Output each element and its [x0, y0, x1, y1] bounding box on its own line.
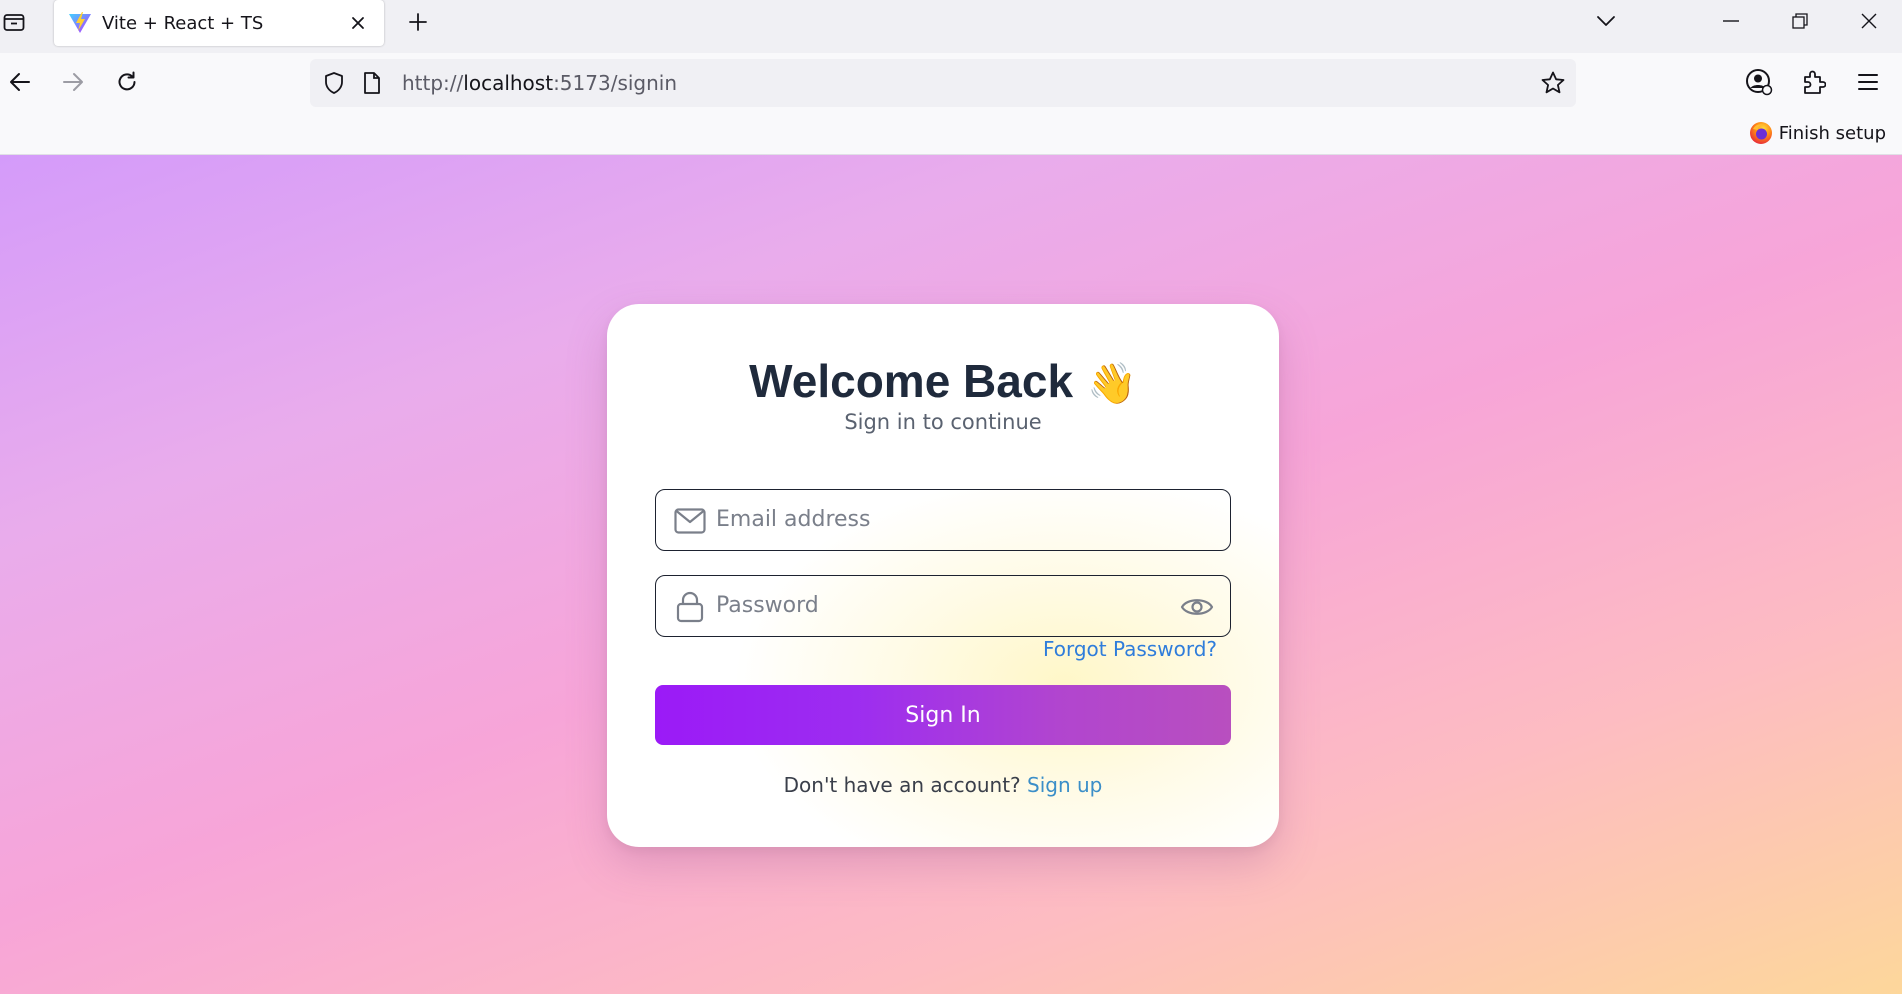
url-text: http://localhost:5173/signin — [402, 71, 678, 95]
firefox-logo-icon — [1749, 121, 1773, 145]
minimize-icon[interactable] — [1709, 6, 1753, 36]
hamburger-icon[interactable] — [1851, 65, 1885, 99]
waving-hand-icon: 👋 — [1087, 362, 1137, 406]
reload-icon[interactable] — [110, 65, 144, 99]
finish-setup-button[interactable]: Finish setup — [1749, 121, 1886, 145]
sign-in-button[interactable]: Sign In — [655, 685, 1231, 745]
tab-strip: Vite + React + TS — [0, 0, 1902, 53]
chevron-down-icon[interactable] — [1592, 7, 1620, 35]
mail-icon — [674, 506, 706, 536]
finish-setup-label: Finish setup — [1778, 122, 1886, 144]
active-tab[interactable]: Vite + React + TS — [54, 0, 384, 46]
tab-list-icon[interactable] — [0, 8, 28, 36]
navigation-toolbar: http://localhost:5173/signin — [0, 53, 1902, 112]
close-window-icon[interactable] — [1847, 6, 1891, 36]
password-field — [655, 575, 1231, 637]
page-icon[interactable] — [362, 71, 382, 99]
signup-prompt-text: Don't have an account? — [783, 773, 1021, 797]
vite-logo-icon — [68, 11, 92, 35]
arrow-left-icon[interactable] — [3, 65, 37, 99]
restore-icon[interactable] — [1778, 6, 1822, 36]
email-input[interactable] — [716, 490, 1156, 549]
puzzle-icon[interactable] — [1797, 65, 1831, 99]
shield-icon[interactable] — [322, 71, 346, 99]
close-icon[interactable] — [346, 11, 370, 35]
page-subtitle: Sign in to continue — [844, 410, 1042, 434]
arrow-right-icon[interactable] — [56, 65, 90, 99]
plus-icon[interactable] — [404, 8, 432, 36]
page-viewport: Welcome Back👋 Sign in to continue Forgot… — [0, 155, 1902, 994]
lock-icon — [674, 591, 706, 623]
bookmarks-bar: Finish setup — [0, 112, 1902, 155]
account-icon[interactable] — [1742, 65, 1776, 99]
email-field — [655, 489, 1231, 551]
signin-card: Welcome Back👋 Sign in to continue Forgot… — [607, 304, 1279, 847]
tab-title: Vite + React + TS — [102, 12, 264, 34]
star-icon[interactable] — [1540, 70, 1566, 100]
eye-icon[interactable] — [1180, 592, 1214, 622]
forgot-password-link[interactable]: Forgot Password? — [1043, 637, 1217, 661]
password-input[interactable] — [716, 576, 1156, 635]
page-title: Welcome Back 👋 — [749, 355, 1137, 407]
signup-prompt: Don't have an account? Sign up — [607, 773, 1279, 797]
sign-up-link[interactable]: Sign up — [1027, 773, 1102, 797]
address-bar[interactable]: http://localhost:5173/signin — [310, 59, 1576, 107]
